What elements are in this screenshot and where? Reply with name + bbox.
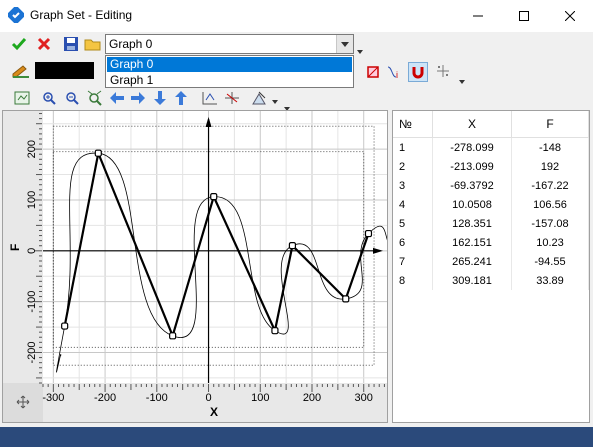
y-tick-label: 200 (26, 140, 38, 158)
cell-number[interactable]: 3 (393, 176, 433, 195)
pen-icon[interactable] (12, 62, 30, 80)
cross-icon[interactable] (35, 35, 53, 53)
dropdown-arrow-icon[interactable] (272, 93, 278, 107)
close-button[interactable] (547, 0, 593, 32)
cell-x[interactable]: 162.151 (432, 233, 512, 252)
check-icon[interactable] (10, 35, 28, 53)
cell-x[interactable]: 10.0508 (432, 195, 512, 214)
y-tick-label: -200 (26, 341, 38, 363)
zoom-in-icon[interactable] (40, 89, 58, 107)
y-tick-label: 100 (26, 191, 38, 209)
data-table: № X F 1 -278.099 -148 2 -213.099 192 3 -69.37… (393, 111, 589, 290)
cell-f[interactable]: -94.55 (511, 252, 589, 271)
cell-f[interactable]: 33.89 (511, 271, 589, 290)
x-tick-label: -200 (94, 392, 116, 404)
marker-icon[interactable] (364, 63, 382, 81)
y-scale-icon[interactable] (223, 89, 241, 107)
y-axis-label: F (8, 244, 22, 251)
svg-text:i: i (396, 70, 398, 80)
cell-f[interactable]: 192 (511, 157, 589, 176)
table-row[interactable]: 5 128.351 -157.08 (393, 214, 589, 233)
column-header-number[interactable]: № (393, 111, 433, 138)
data-point[interactable] (169, 332, 177, 340)
table-row[interactable]: 4 10.0508 106.56 (393, 195, 589, 214)
cell-number[interactable]: 2 (393, 157, 433, 176)
graph-select[interactable]: Graph 0 (105, 34, 354, 54)
data-point[interactable] (210, 193, 218, 201)
arrow-up-icon[interactable] (172, 89, 190, 107)
table-row[interactable]: 8 309.181 33.89 (393, 271, 589, 290)
cell-x[interactable]: -213.099 (432, 157, 512, 176)
table-row[interactable]: 3 -69.3792 -167.22 (393, 176, 589, 195)
data-point[interactable] (61, 322, 69, 330)
table-row[interactable]: 1 -278.099 -148 (393, 137, 589, 157)
x-scale-icon[interactable] (201, 89, 219, 107)
cell-number[interactable]: 8 (393, 271, 433, 290)
data-table-panel[interactable]: № X F 1 -278.099 -148 2 -213.099 192 3 -69.37… (392, 110, 590, 423)
cell-number[interactable]: 1 (393, 137, 433, 157)
dropdown-arrow-icon[interactable] (357, 43, 363, 57)
fit-view-icon[interactable] (13, 89, 31, 107)
dropdown-option-graph-1[interactable]: Graph 1 (107, 73, 352, 88)
table-row[interactable]: 2 -213.099 192 (393, 157, 589, 176)
cell-f[interactable]: 10.23 (511, 233, 589, 252)
graph-canvas[interactable]: -300 -200 -100 0 100 200 3002001000-100-200 F … (3, 111, 387, 422)
export-image-icon[interactable] (251, 89, 269, 107)
folder-icon[interactable] (84, 35, 102, 53)
data-point[interactable] (271, 327, 279, 335)
data-point[interactable] (364, 229, 373, 238)
table-row[interactable]: 7 265.241 -94.55 (393, 252, 589, 271)
x-tick-label: 300 (355, 392, 373, 404)
graph-panel[interactable]: -300 -200 -100 0 100 200 300 200 100 0 -100 -200 F … (2, 110, 388, 423)
line-color-swatch[interactable] (35, 62, 94, 79)
cell-x[interactable]: 265.241 (432, 252, 512, 271)
y-tick-label: 0 (26, 248, 38, 254)
minimize-button[interactable] (455, 0, 501, 32)
graph-dropdown-list[interactable]: Graph 0 Graph 1 (105, 55, 354, 88)
column-header-x[interactable]: X (432, 111, 512, 138)
arrow-left-icon[interactable] (108, 89, 126, 107)
cell-x[interactable]: 128.351 (432, 214, 512, 233)
cell-number[interactable]: 4 (393, 195, 433, 214)
magnet-icon[interactable] (408, 62, 428, 82)
x-axis-label: X (210, 405, 218, 419)
arrow-down-icon[interactable] (151, 89, 169, 107)
zoom-out-icon[interactable] (63, 89, 81, 107)
data-point[interactable] (94, 149, 102, 157)
cell-number[interactable]: 6 (393, 233, 433, 252)
cell-x[interactable]: 309.181 (432, 271, 512, 290)
cell-f[interactable]: 106.56 (511, 195, 589, 214)
cell-number[interactable]: 5 (393, 214, 433, 233)
x-tick-label: -300 (42, 392, 64, 404)
arrow-right-icon[interactable] (129, 89, 147, 107)
zoom-fit-icon[interactable] (86, 89, 104, 107)
table-row[interactable]: 6 162.151 10.23 (393, 233, 589, 252)
dropdown-option-graph-0[interactable]: Graph 0 (107, 57, 352, 72)
window-title: Graph Set - Editing (30, 8, 133, 22)
x-tick-label: 100 (251, 392, 269, 404)
status-bar (0, 427, 593, 447)
x-tick-label: -100 (146, 392, 168, 404)
cell-f[interactable]: -167.22 (511, 176, 589, 195)
x-tick-label: 0 (205, 392, 211, 404)
grid-dots-icon[interactable] (435, 62, 453, 80)
maximize-button[interactable] (501, 0, 547, 32)
cell-x[interactable]: -278.099 (432, 137, 512, 157)
data-point[interactable] (288, 242, 297, 250)
graph-select-value: Graph 0 (109, 37, 153, 51)
column-header-f[interactable]: F (511, 111, 589, 138)
data-point[interactable] (342, 295, 350, 303)
x-tick-label: 200 (303, 392, 321, 404)
cell-x[interactable]: -69.3792 (432, 176, 512, 195)
y-tick-label: -100 (26, 291, 38, 313)
app-icon (7, 6, 25, 26)
floppy-icon[interactable] (62, 35, 80, 53)
chevron-down-icon[interactable] (336, 35, 353, 53)
title-bar: Graph Set - Editing (0, 0, 593, 32)
cell-number[interactable]: 7 (393, 252, 433, 271)
dropdown-arrow-icon[interactable] (459, 73, 465, 87)
point-insert-icon[interactable]: i (385, 63, 403, 81)
cell-f[interactable]: -157.08 (511, 214, 589, 233)
cell-f[interactable]: -148 (511, 137, 589, 157)
